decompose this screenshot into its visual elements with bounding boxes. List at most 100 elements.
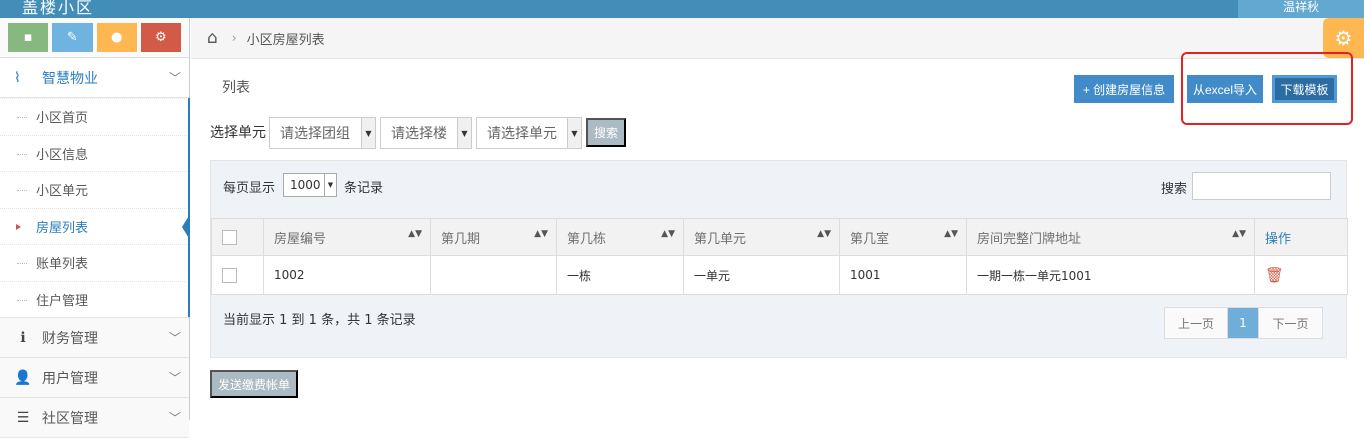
col-phase[interactable]: 第几期 ▲▼ [430,218,557,256]
per-page-value: 1000 [290,178,321,192]
col-address[interactable]: 房间完整门牌地址 ▲▼ [966,218,1255,256]
pencil-icon[interactable]: ✎ [52,23,93,52]
row-checkbox[interactable] [222,267,237,283]
sidebar-item-bills[interactable]: 账单列表 [0,244,189,281]
dropdown-arrow-icon: ▼ [361,118,375,148]
users-icon[interactable]: ● [96,23,137,52]
send-bill-button[interactable]: 发送缴费帐单 [210,370,298,398]
table-panel: 每页显示 1000 ▼ 条记录 搜索 房屋编号 ▲▼ 第几期 ▲▼ 第几栋 ▲▼ 第几单… [210,160,1348,358]
chevron-down-icon: ﹀ [168,371,181,385]
cell-address: 一期一栋一单元1001 [966,255,1255,295]
col-unit[interactable]: 第几单元 ▲▼ [683,218,840,256]
sidebar-item-info[interactable]: 小区信息 [0,134,189,172]
building-select[interactable]: 请选择楼 ▼ [380,117,472,149]
page-title: 列表 [222,80,250,96]
sidebar-shortcuts: ▪ ✎ ● ⚙ [0,18,189,58]
sidebar-item-home[interactable]: 小区首页 [0,98,189,135]
breadcrumb-separator: › [231,31,237,45]
col-header-label: 第几室 [850,231,890,247]
submenu-border [188,98,190,317]
col-header-label: 第几单元 [694,231,747,247]
col-header-label: 第几期 [441,231,481,247]
table-info: 当前显示 1 到 1 条，共 1 条记录 [223,313,416,328]
cell-phase [430,255,557,295]
dropdown-arrow-icon: ▼ [567,118,581,148]
top-navbar: 盖楼小区 温祥秋 [0,0,1364,18]
nav-community-label: 社区管理 [42,410,98,427]
highlight-box [1181,52,1353,125]
sort-icon: ▲▼ [534,229,548,239]
cell-building: 一栋 [556,255,684,295]
sidebar-item-label: 小区首页 [36,111,89,127]
nav-users[interactable]: 👤 用户管理 ﹀ [0,358,189,398]
sidebar-item-label: 账单列表 [36,257,89,273]
group-select[interactable]: 请选择团组 ▼ [269,117,376,149]
page-1-button[interactable]: 1 [1228,308,1259,338]
unit-select[interactable]: 请选择单元 ▼ [476,117,582,149]
table-search-label: 搜索 [1161,182,1188,197]
sort-icon: ▲▼ [817,229,831,239]
nav-smart-property-label: 智慧物业 [42,70,98,87]
user-icon: 👤 [14,369,32,386]
cell-actions: 🗑 [1254,255,1348,295]
next-page-button[interactable]: 下一页 [1259,308,1322,338]
per-page-label: 每页显示 [223,181,276,196]
brand-logo[interactable]: 盖楼小区 [22,0,94,18]
sidebar-item-label: 小区信息 [36,147,89,163]
filter-label: 选择单元 [210,125,266,141]
col-header-label: 房间完整门牌地址 [977,231,1082,247]
select-all-cell [211,218,264,256]
col-header-label: 第几栋 [567,231,607,247]
select-all-checkbox[interactable] [222,229,237,245]
filter-search-button[interactable]: 搜索 [586,118,626,147]
group-select-value: 请选择团组 [280,126,350,142]
cell-house-no: 1002 [263,255,431,295]
user-menu[interactable]: 温祥秋 [1238,0,1364,18]
sort-icon: ▲▼ [944,229,958,239]
pagination: 上一页 1 下一页 [1164,307,1323,339]
sidebar-item-units[interactable]: 小区单元 [0,171,189,208]
submenu: 小区首页 小区信息 小区单元 房屋列表 账单列表 住户管理 [0,98,190,318]
house-table: 房屋编号 ▲▼ 第几期 ▲▼ 第几栋 ▲▼ 第几单元 ▲▼ 第几室 ▲▼ 房间完整门牌地址… [211,218,1348,295]
unit-select-value: 请选择单元 [487,126,557,142]
per-page-select[interactable]: 1000 ▼ [283,173,337,197]
chevron-down-icon: ﹀ [168,331,181,345]
nav-finance-label: 财务管理 [42,330,98,347]
sidebar-item-house-list[interactable]: 房屋列表 [0,207,190,244]
home-icon[interactable]: ⌂ [207,28,218,48]
dropdown-arrow-icon: ▼ [457,118,471,148]
sort-icon: ▲▼ [1232,229,1246,239]
sort-icon: ▲▼ [408,229,422,239]
list-icon: ☰ [16,409,30,426]
sidebar-item-label: 房屋列表 [36,220,89,236]
cogs-icon[interactable]: ⚙ [140,23,181,52]
breadcrumb-current: 小区房屋列表 [246,32,325,48]
sidebar: ▪ ✎ ● ⚙ ⌇ 智慧物业 ﹀ 小区首页 小区信息 小区单元 房屋列表 账单列… [0,18,190,438]
create-house-button[interactable]: + 创建房屋信息 [1074,75,1174,103]
info-icon: ℹ [20,329,26,346]
nav-community[interactable]: ☰ 社区管理 ﹀ [0,398,189,438]
sidebar-item-label: 住户管理 [36,293,89,309]
table-header-row: 房屋编号 ▲▼ 第几期 ▲▼ 第几栋 ▲▼ 第几单元 ▲▼ 第几室 ▲▼ 房间完整门牌地址… [211,218,1348,256]
sidebar-item-label: 小区单元 [36,184,89,200]
col-house-no[interactable]: 房屋编号 ▲▼ [263,218,431,256]
prev-page-button[interactable]: 上一页 [1165,308,1228,338]
signal-icon[interactable]: ▪ [8,23,49,52]
table-row: 1002 一栋 一单元 1001 一期一栋一单元1001 🗑 [211,255,1348,295]
row-select-cell [211,255,264,295]
cell-room: 1001 [839,255,967,295]
nav-finance[interactable]: ℹ 财务管理 ﹀ [0,318,189,358]
trash-icon[interactable]: 🗑 [1265,266,1284,284]
col-room[interactable]: 第几室 ▲▼ [839,218,967,256]
building-select-value: 请选择楼 [391,126,447,142]
nav-users-label: 用户管理 [42,370,98,387]
col-building[interactable]: 第几栋 ▲▼ [556,218,684,256]
table-search-input[interactable] [1192,172,1331,200]
col-actions: 操作 [1254,218,1348,256]
chevron-down-icon: ﹀ [168,411,181,425]
nav-smart-property[interactable]: ⌇ 智慧物业 ﹀ [0,58,189,98]
cell-unit: 一单元 [683,255,840,295]
sidebar-item-residents[interactable]: 住户管理 [0,280,189,318]
sort-icon: ▲▼ [661,229,675,239]
per-page-suffix: 条记录 [344,181,384,196]
